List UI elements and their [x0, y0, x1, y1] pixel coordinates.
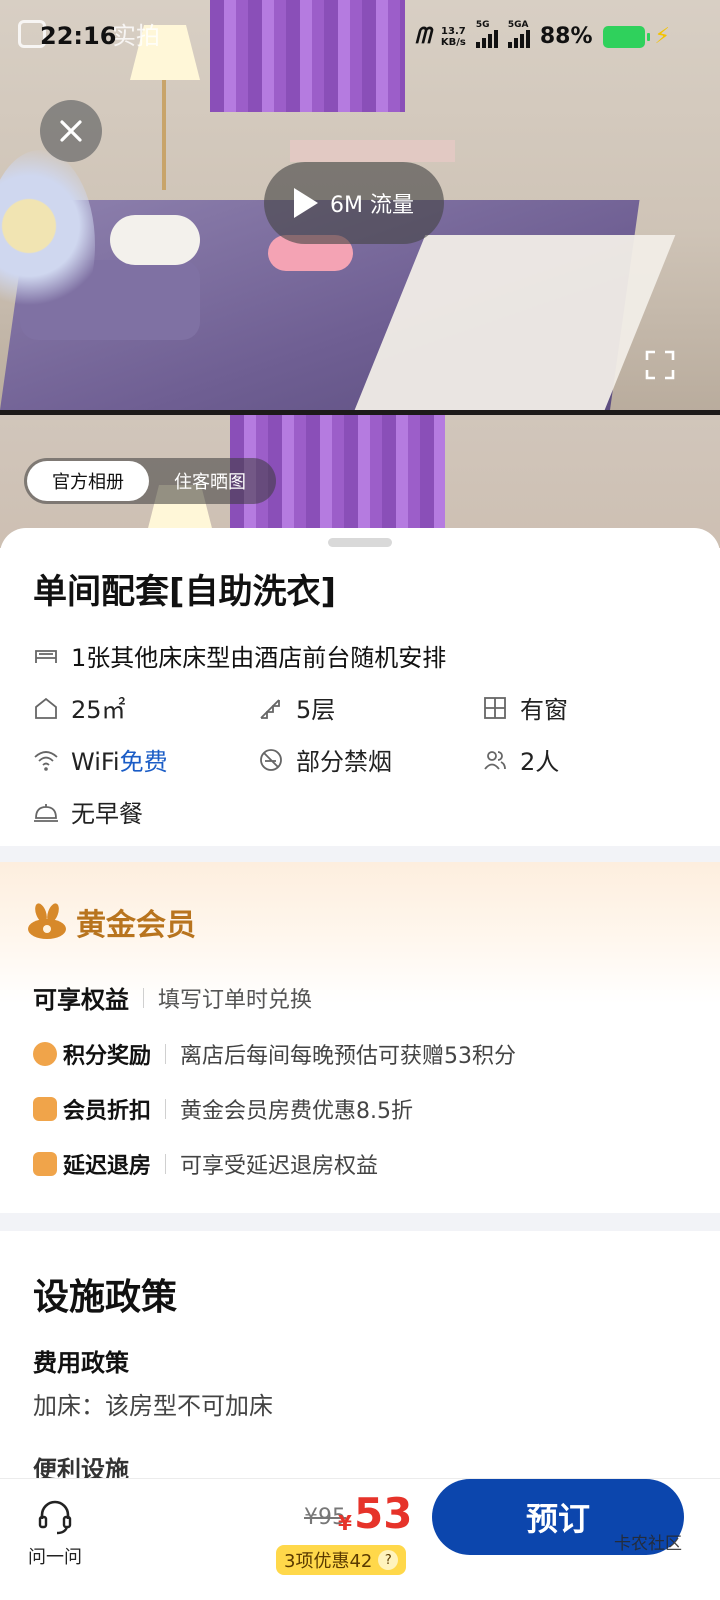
tab-official-album[interactable]: 官方相册 [27, 461, 149, 501]
booking-bar: 问一问 ¥95 ¥ 53 3项优惠42 ? 预订 卡农社区 [0, 1478, 720, 1600]
battery-level: 88% [539, 24, 593, 49]
member-benefits-section: 黄金会员 可享权益 填写订单时兑换 积分奖励 离店后每间每晚预估可获赠53积分 … [0, 862, 720, 1216]
benefit-points: 积分奖励 离店后每间每晚预估可获赠53积分 [33, 1038, 516, 1070]
facility-occupancy: 2人 [482, 742, 559, 777]
wifi-icon [34, 750, 58, 771]
coins-icon [33, 1042, 57, 1066]
rabbit-crown-icon [28, 903, 66, 939]
fullscreen-icon[interactable] [645, 350, 675, 380]
signal-sim1-icon: 5G [475, 20, 498, 48]
bed-icon [35, 649, 57, 663]
room-title: 单间配套[自助洗衣] [33, 572, 337, 612]
headset-icon [38, 1500, 72, 1535]
lamp-pole [162, 80, 166, 190]
network-speed: 13.7 KB/s [440, 25, 466, 48]
banner-text: 实拍 [112, 22, 160, 50]
status-indicators: ᗰ 13.7 KB/s 5G 5GA 88% ⚡ [415, 20, 670, 50]
ask-button[interactable]: 问一问 [20, 1497, 90, 1569]
ask-label: 问一问 [28, 1547, 82, 1568]
wifi-free-tag: 免费 [119, 748, 168, 776]
late-checkout-icon [33, 1152, 57, 1176]
discount-icon [33, 1097, 57, 1121]
watermark: 卡农社区 [614, 1534, 682, 1554]
extra-bed-policy: 加床：该房型不可加床 [33, 1392, 273, 1420]
member-level-header: 黄金会员 [26, 900, 196, 944]
policy-title: 设施政策 [33, 1277, 178, 1318]
facility-breakfast: 无早餐 [33, 794, 143, 829]
close-icon [60, 120, 82, 142]
facility-area: 25㎡ [33, 690, 126, 725]
room-photo-gallery[interactable]: 6M 流量 官方相册 住客晒图 [0, 0, 720, 548]
drag-handle[interactable] [328, 538, 392, 547]
dish-cover-icon [34, 803, 58, 822]
album-tab-switcher: 官方相册 住客晒图 [24, 458, 276, 504]
benefit-late-checkout: 延迟退房 可享受延迟退房权益 [33, 1148, 378, 1180]
member-level-label: 黄金会员 [76, 908, 196, 943]
bed-text: 1张其他床床型由酒店前台随机安排 [71, 644, 447, 672]
no-smoking-icon [260, 748, 282, 771]
play-data-label: 6M 流量 [330, 193, 414, 218]
window-icon [484, 696, 506, 719]
help-icon: ? [378, 1550, 399, 1570]
people-icon [484, 750, 506, 770]
currency-symbol: ¥ [338, 1511, 352, 1535]
benefits-header: 可享权益 填写订单时兑换 [33, 986, 313, 1014]
desk [290, 140, 455, 162]
close-button[interactable] [40, 100, 102, 162]
price-block: ¥95 ¥ 53 3项优惠42 ? [276, 1489, 416, 1579]
section-divider [0, 1213, 720, 1231]
house-icon [35, 697, 57, 719]
play-video-button[interactable]: 6M 流量 [264, 162, 444, 244]
room-detail-sheet: 单间配套[自助洗衣] 1张其他床床型由酒店前台随机安排 25㎡ 5层 有窗 Wi… [0, 528, 720, 1478]
white-flower-cushion [110, 215, 200, 265]
clock: 22:16 [40, 22, 117, 50]
battery-icon [602, 25, 650, 48]
tab-guest-photos[interactable]: 住客晒图 [149, 461, 271, 501]
next-section-title: 便利设施 [33, 1456, 129, 1478]
fee-policy-title: 费用政策 [33, 1349, 129, 1377]
play-icon [294, 188, 318, 218]
facility-floor: 5层 [258, 690, 335, 725]
bed-info: 1张其他床床型由酒店前台随机安排 [33, 638, 446, 673]
nfc-icon: ᗰ [415, 24, 431, 49]
charging-icon: ⚡ [654, 24, 670, 49]
current-price: 53 [354, 1489, 413, 1538]
signal-sim2-icon: 5GA [507, 20, 530, 48]
facility-window: 有窗 [482, 690, 568, 725]
stairs-icon [260, 698, 280, 719]
facility-wifi: WiFi免费 [33, 742, 168, 777]
facility-smoking: 部分禁烟 [258, 742, 392, 777]
status-bar: 实拍 22:16 ᗰ 13.7 KB/s 5G 5GA 88% ⚡ [0, 0, 720, 80]
benefit-discount: 会员折扣 黄金会员房费优惠8.5折 [33, 1093, 413, 1125]
discount-badge[interactable]: 3项优惠42 ? [276, 1545, 407, 1575]
